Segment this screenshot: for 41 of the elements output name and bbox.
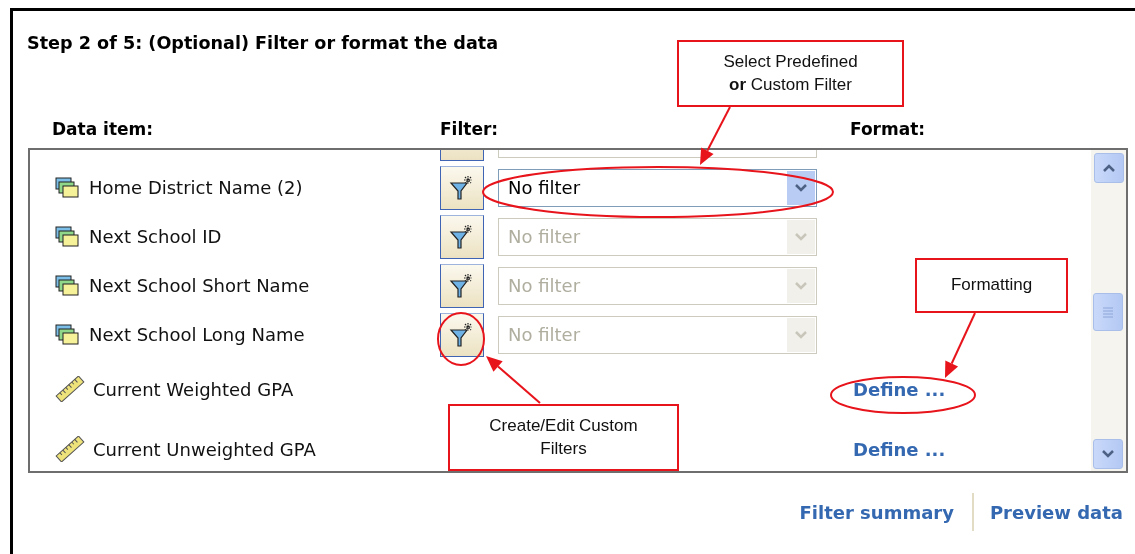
stacked-cards-icon [55,176,81,199]
custom-filter-button[interactable] [440,312,484,357]
footer-link[interactable]: Filter summary [799,501,954,523]
column-header: Format: [850,119,927,141]
callout-arrow [486,356,541,404]
chevron-down-icon [794,182,808,193]
column-header: Data item: [52,119,155,141]
data-item-label: Next School Short Name [89,275,310,296]
callout-arrow [945,312,976,378]
custom-filter-button[interactable] [440,165,484,210]
data-item-label: Next School ID [89,226,222,247]
scroll-up-button[interactable] [1093,153,1124,183]
data-item-label: Home District Name (2) [89,177,303,198]
grip-icon [1102,306,1114,318]
chevron-down-icon [794,329,808,340]
define-format-link[interactable]: Define ... [853,438,1091,460]
column-header: Filter: [440,119,500,141]
step-title: Step 2 of 5: (Optional) Filter or format the data [27,33,499,55]
data-item-label: Next School Long Name [89,324,305,345]
data-item-label: Current Unweighted GPA [93,438,316,460]
stacked-cards-icon [55,225,81,248]
highlight-ellipse [437,312,485,366]
stacked-cards-icon [55,323,81,346]
custom-filter-button[interactable] [440,214,484,259]
callout: Formatting [915,258,1068,313]
chevron-down-icon [1101,449,1115,459]
data-item-label: Current Weighted GPA [93,378,294,400]
chevron-up-icon [1101,163,1116,173]
custom-filter-button[interactable] [440,263,484,308]
callout-arrow [700,106,731,165]
scroll-thumb[interactable] [1093,293,1123,331]
filter-dropdown[interactable]: No filter [498,168,817,207]
chevron-down-icon [794,280,808,291]
stacked-cards-icon [55,274,81,297]
scroll-down-button[interactable] [1093,439,1123,469]
define-format-link[interactable]: Define ... [853,378,1091,400]
callout: Select Predefined or Custom Filter [677,40,904,107]
callout: Create/Edit Custom Filters [448,404,679,471]
chevron-down-icon [794,231,808,242]
footer-link[interactable]: Preview data [989,501,1123,523]
scrollbar[interactable] [1091,150,1126,471]
